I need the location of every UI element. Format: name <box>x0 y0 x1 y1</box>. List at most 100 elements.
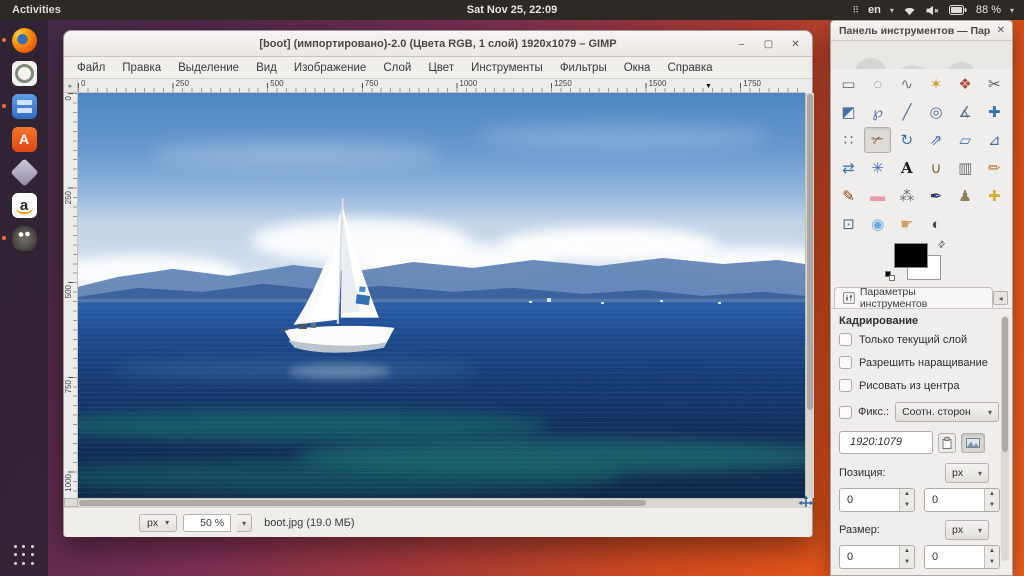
options-vertical-scrollbar[interactable] <box>1001 316 1009 561</box>
clipboard-button[interactable] <box>938 432 956 453</box>
tool-clone[interactable]: ♟ <box>952 183 979 209</box>
minimize-button[interactable]: – <box>733 36 750 53</box>
horizontal-scrollbar[interactable] <box>78 498 805 507</box>
menu-Инструменты[interactable]: Инструменты <box>471 62 543 74</box>
size-height-spinner[interactable]: 0 ▲ ▼ <box>924 545 1000 569</box>
dock-item-gimp[interactable] <box>2 225 42 251</box>
distant-boat <box>717 301 721 304</box>
tool-rotate[interactable]: ↻ <box>893 127 920 153</box>
ratio-input[interactable]: 1920:1079 <box>839 431 933 454</box>
position-x-spinner[interactable]: 0 ▲ ▼ <box>839 488 915 512</box>
dock-item-ubuntu-software[interactable]: A <box>6 126 42 152</box>
tool-move[interactable]: ✚ <box>981 99 1008 125</box>
tool-shear[interactable]: ▱ <box>952 127 979 153</box>
position-y-spinner[interactable]: 0 ▲ ▼ <box>924 488 1000 512</box>
tool-airbrush[interactable]: ⁂ <box>893 183 920 209</box>
quick-mask-toggle[interactable] <box>64 498 78 507</box>
maximize-button[interactable]: ▢ <box>760 36 777 53</box>
h-ruler-label: 750 <box>364 79 379 88</box>
toolbox-titlebar[interactable]: Панель инструментов — Параме… ✕ <box>831 21 1012 41</box>
tool-flip[interactable]: ⇄ <box>835 155 862 181</box>
language-indicator[interactable]: en <box>868 4 881 16</box>
tool-zoom[interactable]: ◎ <box>922 99 949 125</box>
h-ruler-label: 500 <box>270 79 284 88</box>
tool-perspective-clone[interactable]: ⊡ <box>835 211 862 237</box>
vertical-scrollbar[interactable] <box>805 93 814 498</box>
reset-colors-icon[interactable] <box>885 271 896 282</box>
tool-dodge-burn[interactable]: ◐ <box>922 211 949 237</box>
swap-colors-icon[interactable]: ⇄ <box>935 238 948 251</box>
battery-percent: 88 % <box>975 4 1001 16</box>
zoom-level-field[interactable]: 50 % <box>183 513 232 532</box>
tool-smudge[interactable]: ☛ <box>893 211 920 237</box>
dock-item-amazon[interactable]: a <box>6 192 42 218</box>
fixed-checkbox[interactable] <box>839 405 852 419</box>
menu-Слой[interactable]: Слой <box>383 62 411 74</box>
dock-item-files[interactable] <box>2 93 42 119</box>
tool-measure[interactable]: ∡ <box>952 99 979 125</box>
checkbox[interactable] <box>839 356 852 369</box>
menu-Файл[interactable]: Файл <box>77 62 105 74</box>
tool-eraser[interactable]: ▬ <box>864 183 891 209</box>
tool-color-picker[interactable]: ╱ <box>893 99 920 125</box>
position-unit-dropdown[interactable]: px ▾ <box>945 463 989 483</box>
tab-tool-options[interactable]: Параметры инструментов <box>834 286 994 310</box>
tool-alignment[interactable]: ∷ <box>835 127 862 153</box>
tool-foreground-select[interactable]: ◩ <box>835 99 862 125</box>
tool-scissors-select[interactable]: ✂ <box>981 71 1008 97</box>
tool-ellipse-select[interactable]: ◌ <box>864 71 891 97</box>
dock-item-help[interactable] <box>6 157 42 187</box>
tool-gradient[interactable]: ▥ <box>952 155 979 181</box>
menu-Фильтры[interactable]: Фильтры <box>560 62 607 74</box>
tool-bucket-fill[interactable]: ∪ <box>922 155 949 181</box>
menu-Изображение[interactable]: Изображение <box>294 62 366 74</box>
tool-select-by-color[interactable]: ❖ <box>952 71 979 97</box>
clock[interactable]: Sat Nov 25, 22:09 <box>467 4 558 16</box>
tool-paths[interactable]: ℘ <box>864 99 891 125</box>
menu-Выделение[interactable]: Выделение <box>178 62 239 74</box>
tool-free-select[interactable]: ∿ <box>893 71 920 97</box>
menu-Окна[interactable]: Окна <box>624 62 651 74</box>
menu-Правка[interactable]: Правка <box>122 62 161 74</box>
size-width-spinner[interactable]: 0 ▲ ▼ <box>839 545 915 569</box>
tool-text[interactable]: A <box>893 155 920 181</box>
tool-rectangle-select[interactable]: ▭ <box>835 71 862 97</box>
checkbox[interactable] <box>839 379 852 392</box>
tool-pencil[interactable]: ✏ <box>981 155 1008 181</box>
checkbox[interactable] <box>839 333 852 346</box>
zoom-dropdown-button[interactable]: ▾ <box>237 513 253 532</box>
foreground-color-swatch[interactable] <box>894 243 928 268</box>
tool-blur[interactable]: ◉ <box>864 211 891 237</box>
tool-scale[interactable]: ⇗ <box>922 127 949 153</box>
distant-sail <box>546 297 551 302</box>
close-icon[interactable]: ✕ <box>990 25 1012 36</box>
tool-fuzzy-select[interactable]: ✶ <box>922 71 949 97</box>
gimp-titlebar[interactable]: [boot] (импортировано)-2.0 (Цвета RGB, 1… <box>64 31 812 57</box>
menu-Цвет[interactable]: Цвет <box>428 62 454 74</box>
tool-crop[interactable]: ✃ <box>864 127 892 153</box>
image-canvas[interactable] <box>78 93 805 498</box>
ruler-corner-button[interactable]: ▸ <box>64 79 78 93</box>
gradient-icon: ▥ <box>958 160 973 177</box>
tool-cage-transform[interactable]: ✳ <box>864 155 891 181</box>
system-tray[interactable]: ⠿ en ▾ 88 % ▾ <box>852 0 1024 20</box>
tab-menu-button[interactable]: ◂ <box>993 291 1008 305</box>
close-button[interactable]: ✕ <box>787 36 804 53</box>
menu-Справка[interactable]: Справка <box>667 62 712 74</box>
tool-heal[interactable]: ✚ <box>981 183 1008 209</box>
show-applications-button[interactable] <box>13 544 35 566</box>
menu-Вид[interactable]: Вид <box>256 62 277 74</box>
color-swatches: ⇄ <box>885 238 952 285</box>
landscape-toggle-button[interactable] <box>961 432 985 453</box>
size-unit-dropdown[interactable]: px ▾ <box>945 520 989 540</box>
position-row: Позиция: px ▾ <box>839 463 1001 483</box>
unit-dropdown[interactable]: px ▾ <box>139 513 178 532</box>
tool-ink[interactable]: ✒ <box>922 183 949 209</box>
dock-item-firefox[interactable] <box>2 27 42 53</box>
tool-paintbrush[interactable]: ✎ <box>835 183 862 209</box>
color-picker-icon: ╱ <box>902 104 912 121</box>
dock-item-rhythmbox[interactable] <box>6 60 42 86</box>
tool-perspective[interactable]: ⊿ <box>981 127 1008 153</box>
activities-button[interactable]: Activities <box>0 0 73 20</box>
fixed-mode-dropdown[interactable]: Соотн. сторон ▾ <box>895 402 1000 422</box>
